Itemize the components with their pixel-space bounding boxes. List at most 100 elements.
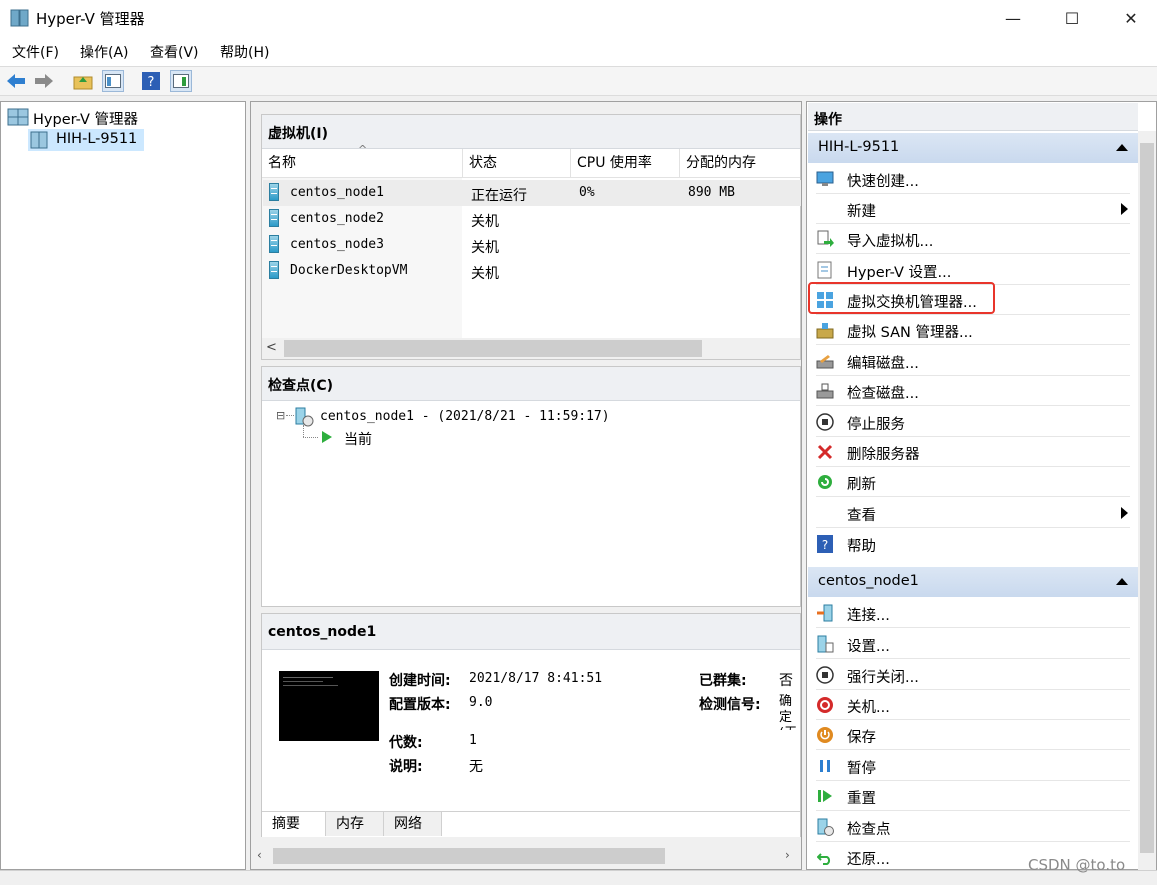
action-quick-create[interactable]: 快速创建... — [808, 164, 1138, 194]
table-row[interactable]: centos_node2 关机 — [263, 206, 801, 232]
help-icon: ? — [816, 535, 834, 553]
up-folder-icon[interactable] — [72, 70, 94, 92]
table-row[interactable]: centos_node3 关机 — [263, 232, 801, 258]
tree-line — [286, 415, 294, 416]
tree-server-item[interactable]: HIH-L-9511 — [28, 129, 144, 151]
menu-action[interactable]: 操作(A) — [80, 42, 129, 62]
actions-vm-header[interactable]: centos_node1 — [808, 567, 1138, 597]
server-header-label: HIH-L-9511 — [818, 139, 900, 155]
actions-server-header[interactable]: HIH-L-9511 — [808, 133, 1138, 163]
action-label: 保存 — [847, 730, 876, 746]
checkpoint-root-label[interactable]: centos_node1 - (2021/8/21 - 11:59:17) — [320, 409, 610, 424]
action-inspect-disk[interactable]: 检查磁盘... — [808, 376, 1138, 406]
center-horizontal-scrollbar[interactable]: ‹ › — [251, 845, 801, 867]
action-connect[interactable]: 连接... — [808, 598, 1138, 628]
close-button[interactable]: ✕ — [1107, 0, 1155, 36]
vm-name: centos_node2 — [290, 211, 384, 226]
shutdown-icon — [816, 696, 834, 714]
vm-horizontal-scrollbar[interactable]: < — [262, 338, 800, 359]
vm-header-label: centos_node1 — [818, 573, 919, 589]
menu-file[interactable]: 文件(F) — [12, 42, 59, 62]
vm-cpu: 0% — [579, 185, 595, 200]
actions-title: 操作 — [814, 112, 842, 128]
show-action-pane-icon[interactable] — [170, 70, 192, 92]
svg-text:?: ? — [148, 75, 155, 90]
server-icon — [30, 131, 48, 149]
menu-help[interactable]: 帮助(H) — [220, 42, 269, 62]
checkpoint-section-header: 检查点(C) — [262, 367, 800, 401]
scroll-right-arrow[interactable]: › — [785, 848, 790, 862]
minimize-button[interactable]: — — [989, 0, 1037, 36]
checkpoint-icon — [816, 818, 834, 836]
scroll-thumb[interactable] — [1140, 143, 1154, 853]
action-stop-service[interactable]: 停止服务 — [808, 407, 1138, 437]
action-remove-server[interactable]: 删除服务器 — [808, 437, 1138, 467]
save-power-icon — [816, 726, 834, 744]
maximize-button[interactable]: ☐ — [1048, 0, 1096, 36]
action-checkpoint[interactable]: 检查点 — [808, 812, 1138, 842]
action-edit-disk[interactable]: 编辑磁盘... — [808, 346, 1138, 376]
vm-icon — [269, 235, 279, 253]
tree-line — [303, 437, 318, 438]
table-row[interactable]: DockerDesktopVM 关机 — [263, 258, 801, 284]
tab-memory[interactable]: 内存 — [326, 812, 384, 836]
action-label: 导入虚拟机... — [847, 234, 934, 250]
submenu-arrow-icon — [1121, 203, 1128, 215]
toolbar: ? — [0, 67, 1157, 96]
action-turn-off[interactable]: 强行关闭... — [808, 660, 1138, 690]
action-label: 编辑磁盘... — [847, 356, 919, 372]
collapse-up-icon[interactable] — [1116, 578, 1128, 585]
actions-vertical-scrollbar[interactable] — [1138, 131, 1156, 870]
action-shutdown[interactable]: 关机... — [808, 690, 1138, 720]
tree-root-label[interactable]: Hyper-V 管理器 — [33, 108, 138, 129]
action-label: Hyper-V 设置... — [847, 265, 952, 281]
refresh-icon — [816, 473, 834, 491]
vm-thumbnail[interactable] — [279, 671, 379, 741]
settings-document-icon — [816, 261, 834, 279]
action-hyperv-settings[interactable]: Hyper-V 设置... — [808, 255, 1138, 285]
action-label: 还原... — [847, 852, 890, 868]
collapse-tree-icon[interactable]: ⊟ — [276, 409, 285, 422]
tree-server-label: HIH-L-9511 — [56, 131, 138, 147]
vm-icon — [269, 261, 279, 279]
scroll-thumb[interactable] — [284, 340, 702, 357]
checkpoint-now-label[interactable]: 当前 — [344, 429, 372, 449]
col-cpu[interactable]: CPU 使用率 — [571, 149, 680, 177]
collapse-up-icon[interactable] — [1116, 144, 1128, 151]
highlight-box — [808, 282, 995, 314]
show-tree-icon[interactable] — [102, 70, 124, 92]
action-import-vm[interactable]: 导入虚拟机... — [808, 224, 1138, 254]
vm-state: 关机 — [471, 214, 499, 230]
scroll-left-arrow[interactable]: < — [266, 340, 277, 355]
value-clustered: 否 — [779, 673, 793, 689]
label-heartbeat: 检测信号: — [699, 697, 761, 713]
scroll-thumb[interactable] — [273, 848, 665, 864]
col-state[interactable]: 状态 — [463, 149, 571, 177]
watermark: CSDN @to.to — [1028, 856, 1126, 874]
back-arrow-icon[interactable] — [5, 70, 27, 92]
tab-network[interactable]: 网络 — [384, 812, 442, 836]
menu-bar: 文件(F) 操作(A) 查看(V) 帮助(H) — [0, 36, 1157, 67]
scroll-left-arrow[interactable]: ‹ — [257, 848, 262, 862]
window-title: Hyper-V 管理器 — [36, 10, 145, 28]
action-reset[interactable]: 重置 — [808, 781, 1138, 811]
menu-view[interactable]: 查看(V) — [150, 42, 199, 62]
value-version: 9.0 — [469, 695, 493, 710]
vm-state: 正在运行 — [471, 188, 527, 204]
action-settings[interactable]: 设置... — [808, 629, 1138, 659]
action-virtual-san-manager[interactable]: 虚拟 SAN 管理器... — [808, 315, 1138, 345]
action-save[interactable]: 保存 — [808, 720, 1138, 750]
forward-arrow-icon[interactable] — [33, 70, 55, 92]
action-new[interactable]: 新建 — [808, 194, 1138, 224]
action-label: 停止服务 — [847, 417, 905, 433]
play-icon — [322, 431, 332, 443]
tab-summary[interactable]: 摘要 — [262, 812, 326, 836]
action-label: 关机... — [847, 700, 890, 716]
table-row[interactable]: centos_node1 正在运行 0% 890 MB — [263, 180, 801, 206]
help-icon[interactable]: ? — [140, 70, 162, 92]
action-help[interactable]: ? 帮助 — [808, 529, 1138, 559]
action-refresh[interactable]: 刷新 — [808, 467, 1138, 497]
action-pause[interactable]: 暂停 — [808, 751, 1138, 781]
action-view[interactable]: 查看 — [808, 498, 1138, 528]
col-memory[interactable]: 分配的内存 — [680, 149, 800, 177]
